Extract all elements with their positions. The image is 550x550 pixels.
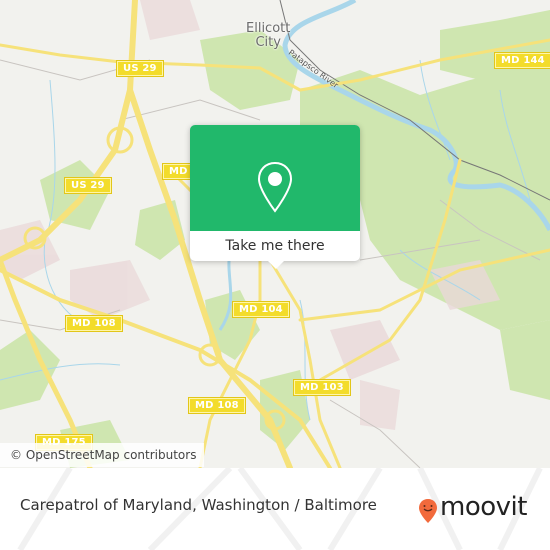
popup-header bbox=[190, 125, 360, 231]
moovit-pin-icon bbox=[419, 499, 437, 523]
take-me-there-button[interactable]: Take me there bbox=[190, 231, 360, 261]
map-pin-icon bbox=[257, 161, 293, 213]
road-shield-md108: MD 108 bbox=[65, 315, 123, 332]
road-shield-md103: MD 103 bbox=[293, 379, 351, 396]
popup-arrow bbox=[268, 261, 284, 269]
location-title: Carepatrol of Maryland, Washington / Bal… bbox=[20, 496, 377, 514]
map-attribution[interactable]: © OpenStreetMap contributors bbox=[0, 443, 205, 467]
place-label-ellicott-city: Ellicott City bbox=[246, 22, 290, 50]
location-popup: Take me there bbox=[190, 125, 360, 269]
road-shield-md108: MD 108 bbox=[188, 397, 246, 414]
road-shield-us29: US 29 bbox=[64, 177, 112, 194]
place-label-line: City bbox=[255, 35, 281, 50]
footer-bar: Carepatrol of Maryland, Washington / Bal… bbox=[0, 468, 550, 550]
map-view[interactable]: Ellicott City Patapsco River US 29 MD 14… bbox=[0, 0, 550, 468]
road-shield-md104: MD 104 bbox=[232, 301, 290, 318]
road-shield-us29: US 29 bbox=[116, 60, 164, 77]
road-shield-md144: MD 144 bbox=[494, 52, 550, 69]
moovit-wordmark: moovit bbox=[440, 492, 527, 522]
place-label-line: Ellicott bbox=[246, 21, 291, 36]
